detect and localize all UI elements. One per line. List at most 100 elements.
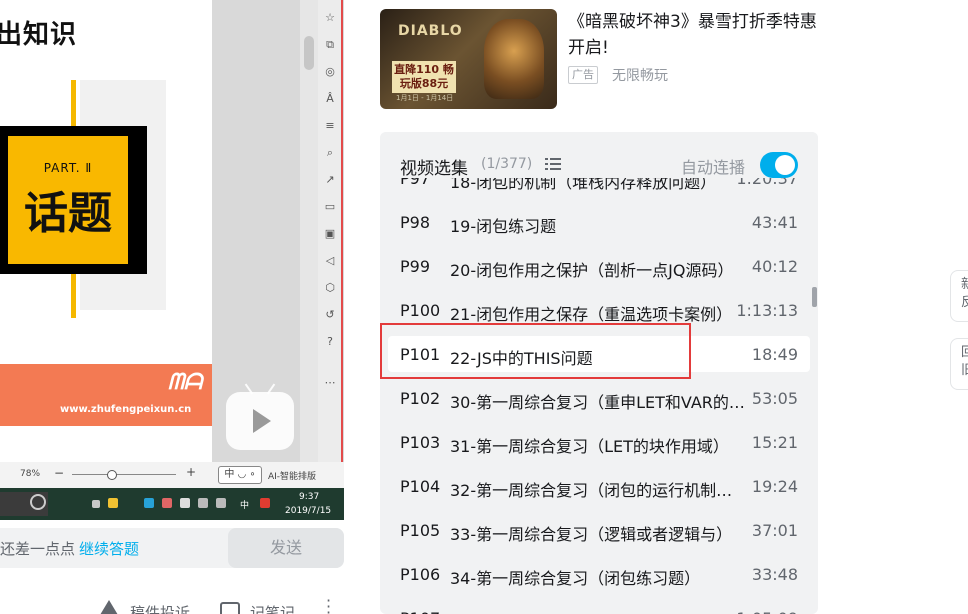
slide-topic-inner: PART. Ⅱ 话题: [8, 136, 128, 264]
danmaku-hint-text: 还差一点点: [0, 540, 76, 558]
tray-volume-icon[interactable]: [216, 498, 226, 508]
zoom-slider-track[interactable]: [72, 474, 176, 475]
episode-title: 19-闭包练习题: [450, 217, 557, 236]
episode-item[interactable]: P104 32-第一周综合复习（闭包的运行机制和作用） 19:24: [388, 468, 810, 504]
episode-item[interactable]: P105 33-第一周综合复习（逻辑或者逻辑与） 37:01: [388, 512, 810, 548]
tray-sogou-icon[interactable]: [260, 498, 270, 508]
danmaku-input-bar: 还差一点点 继续答题 发送: [0, 528, 344, 568]
episode-duration: 37:01: [751, 521, 798, 540]
episode-duration: 1:13:13: [736, 301, 798, 320]
episode-number: P103: [400, 433, 441, 452]
episode-title: 35-第一周综合复习（闭包的其它练习）: [450, 609, 746, 614]
episode-duration: 33:48: [751, 565, 798, 584]
episode-item[interactable]: P107 35-第一周综合复习（闭包的其它练习）1:05:09: [388, 600, 810, 614]
episode-duration: 15:21: [751, 433, 798, 452]
ad-thumbnail[interactable]: DIABLO 直降110 畅玩版88元 1月1日 - 1月14日: [380, 9, 557, 109]
tray-ime-label[interactable]: 中: [240, 498, 249, 511]
zoom-level: 78%: [20, 469, 41, 479]
slide-logo: ᗰᗩ: [168, 370, 203, 395]
episode-item[interactable]: P102 30-第一周综合复习（重申LET和VAR的区别） 53:05: [388, 380, 810, 416]
text-style-icon[interactable]: Â: [322, 91, 338, 107]
episode-number: P102: [400, 389, 441, 408]
notes-link[interactable]: 记笔记: [250, 602, 295, 614]
tray-network-icon[interactable]: [198, 498, 208, 508]
image-icon[interactable]: ▣: [322, 226, 338, 242]
episode-number: P105: [400, 521, 441, 540]
episode-count: (1/377): [481, 156, 533, 172]
autoplay-toggle[interactable]: [760, 152, 798, 178]
episode-duration: 1:05:09: [736, 609, 798, 614]
tray-app-icon[interactable]: [162, 498, 172, 508]
slide-title: 出知识: [0, 20, 78, 50]
episode-item-active[interactable]: P101 22-JS中的THIS问题 18:49: [388, 336, 810, 372]
ad-badge: 广告: [568, 66, 598, 84]
more-icon[interactable]: ⋯: [322, 375, 338, 391]
episode-duration: 40:12: [751, 257, 798, 276]
ad-title[interactable]: 《暗黑破坏神3》暴雪打折季特惠开启!: [568, 9, 820, 61]
ad-card[interactable]: DIABLO 直降110 畅玩版88元 1月1日 - 1月14日 《暗黑破坏神3…: [380, 9, 820, 109]
history-icon[interactable]: ↺: [322, 307, 338, 323]
play-button[interactable]: [226, 392, 294, 450]
zoom-bar: 78% − + 中 ◡ ∘ AI-智能排版: [0, 462, 344, 488]
report-link[interactable]: 稿件投诉: [130, 602, 190, 614]
autoplay-label: 自动连播: [681, 158, 746, 177]
send-button[interactable]: 发送: [228, 528, 344, 568]
ime-toolbar[interactable]: 中 ◡ ∘: [218, 466, 262, 484]
zoom-out-icon[interactable]: −: [54, 466, 64, 480]
slide-bottom: [0, 426, 212, 462]
episode-title: 30-第一周综合复习（重申LET和VAR的区别）: [450, 393, 746, 412]
more-vertical-icon[interactable]: · · ·: [326, 593, 331, 614]
episode-number: P98: [400, 213, 431, 232]
episode-title: 21-闭包作用之保存（重温选项卡案例）: [450, 305, 733, 324]
video-player[interactable]: 出知识 PART. Ⅱ 话题 ᗰᗩ www.zhufengpeixun.cn ☆…: [0, 0, 344, 614]
slide-url: www.zhufengpeixun.cn: [60, 404, 192, 415]
tray-qq-icon[interactable]: [108, 498, 118, 508]
copy-icon[interactable]: ⧉: [322, 37, 338, 53]
episode-number: P100: [400, 301, 441, 320]
episode-item[interactable]: P98 19-闭包练习题 43:41: [388, 204, 810, 240]
help-icon[interactable]: ?: [322, 334, 338, 350]
editor-scrollbar-thumb[interactable]: [304, 36, 314, 70]
episode-item[interactable]: P100 21-闭包作用之保存（重温选项卡案例） 1:13:13: [388, 292, 810, 328]
episode-list-scrollbar[interactable]: [812, 287, 817, 307]
shapes-icon[interactable]: ◎: [322, 64, 338, 80]
episode-duration: 43:41: [751, 213, 798, 232]
float-button-back[interactable]: 回 旧: [950, 338, 968, 390]
episode-number: P101: [400, 345, 441, 364]
star-icon[interactable]: ☆: [322, 10, 338, 26]
episode-title: 22-JS中的THIS问题: [450, 349, 593, 368]
image-search-icon[interactable]: ⌕: [322, 145, 338, 161]
zoom-in-icon[interactable]: +: [186, 465, 196, 479]
list-view-icon[interactable]: [545, 158, 561, 170]
note-icon[interactable]: [220, 602, 240, 614]
tray-app-icon[interactable]: [144, 498, 154, 508]
slide-topic-box: PART. Ⅱ 话题: [0, 126, 147, 274]
episode-duration: 19:24: [751, 477, 798, 496]
zoom-slider-knob[interactable]: [107, 470, 117, 480]
warning-icon[interactable]: [100, 600, 118, 614]
power-icon[interactable]: [30, 494, 46, 510]
os-taskbar: 中 9:37 2019/7/15: [0, 488, 344, 520]
settings-sliders-icon[interactable]: ≡: [322, 118, 338, 134]
tray-app-icon[interactable]: [180, 498, 190, 508]
slide-part-label: PART. Ⅱ: [43, 161, 93, 175]
video-screen[interactable]: 出知识 PART. Ⅱ 话题 ᗰᗩ www.zhufengpeixun.cn ☆…: [0, 0, 344, 520]
tray-arrow-icon[interactable]: [92, 500, 100, 508]
continue-quiz-link[interactable]: 继续答题: [79, 540, 139, 558]
export-icon[interactable]: ↗: [322, 172, 338, 188]
ad-source[interactable]: 无限畅玩: [612, 65, 668, 85]
toggle-knob: [775, 155, 795, 175]
play-icon: [253, 409, 271, 433]
ad-thumbnail-game-title: DIABLO: [398, 23, 463, 39]
float-button-new[interactable]: 新 反: [950, 270, 968, 322]
ad-thumbnail-date: 1月1日 - 1月14日: [396, 94, 454, 102]
ai-layout-label[interactable]: AI-智能排版: [268, 469, 316, 482]
episode-item[interactable]: P103 31-第一周综合复习（LET的块作用域） 15:21: [388, 424, 810, 460]
video-actions: 稿件投诉 记笔记 · · ·: [0, 593, 344, 614]
episode-item[interactable]: P99 20-闭包作用之保护（剖析一点JQ源码） 40:12: [388, 248, 810, 284]
episode-item[interactable]: P106 34-第一周综合复习（闭包练习题） 33:48: [388, 556, 810, 592]
archive-icon[interactable]: ▭: [322, 199, 338, 215]
ad-thumbnail-artwork: [484, 19, 544, 99]
shield-icon[interactable]: ⬡: [322, 280, 338, 296]
audio-icon[interactable]: ◁: [322, 253, 338, 269]
